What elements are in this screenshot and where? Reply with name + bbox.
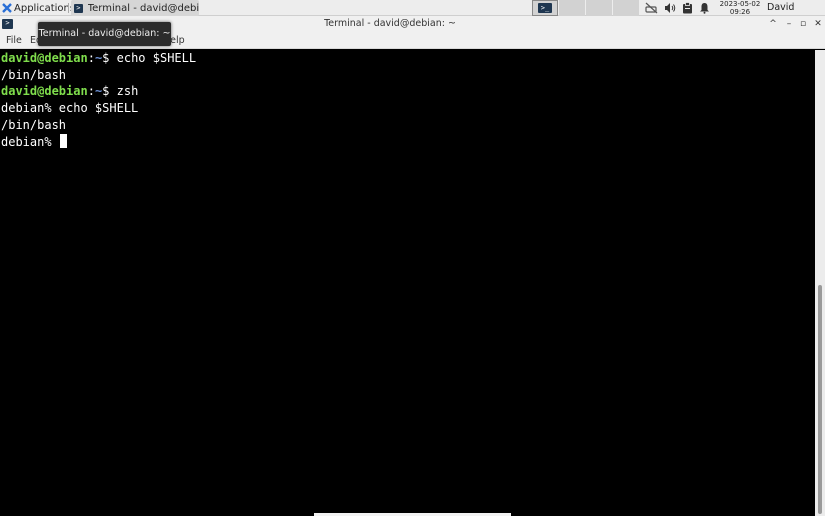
maximize-button[interactable]: ▫ (796, 16, 810, 32)
terminal-line-6: debian% (1, 134, 67, 151)
prompt-user: david@debian (1, 51, 88, 65)
taskbar-tooltip: Terminal - david@debian: ~ (38, 22, 171, 46)
zsh-prompt: debian% (1, 135, 59, 149)
terminal-cursor (59, 134, 67, 148)
taskbar-item-label: Terminal - david@debia... (87, 2, 199, 14)
terminal-line-2: /bin/bash (1, 68, 67, 82)
top-panel: Applications > Terminal - david@debia...… (0, 0, 825, 29)
prompt-path: ~ (94, 84, 103, 98)
terminal-line-4: debian% echo $SHELL (1, 101, 139, 115)
terminal-area[interactable]: david@debian:~$ echo $SHELL /bin/bash da… (0, 50, 815, 516)
shade-button[interactable]: ^ (766, 16, 780, 32)
terminal-line-3: david@debian:~$ zsh (1, 84, 139, 98)
clock-date: 2023-05-02 (719, 0, 761, 8)
applications-menu[interactable]: Applications (0, 0, 75, 16)
clipboard-icon[interactable] (682, 0, 693, 16)
panel-separator (68, 3, 69, 13)
workspace-1[interactable]: >_ (532, 0, 558, 16)
menu-file[interactable]: File (6, 32, 22, 49)
volume-icon[interactable] (664, 0, 676, 16)
applications-label: Applications (14, 2, 76, 14)
command-text: zsh (116, 84, 139, 98)
prompt-user: david@debian (1, 84, 88, 98)
terminal-icon: > (74, 3, 83, 13)
command-text: echo $SHELL (116, 51, 197, 65)
close-button[interactable]: ✕ (811, 16, 825, 32)
terminal-line-1: david@debian:~$ echo $SHELL (1, 51, 197, 65)
prompt-path: ~ (94, 51, 103, 65)
workspace-terminal-icon: >_ (538, 3, 552, 13)
workspace-2[interactable] (559, 0, 585, 16)
taskbar-item-terminal[interactable]: > Terminal - david@debia... (71, 0, 199, 16)
minimize-button[interactable]: – (782, 16, 796, 32)
scrollbar-thumb[interactable] (818, 285, 822, 514)
workspace-3[interactable] (586, 0, 612, 16)
user-menu[interactable]: David Delony (767, 0, 825, 29)
vertical-scrollbar[interactable] (815, 50, 825, 516)
terminal-line-5: /bin/bash (1, 118, 67, 132)
network-icon[interactable] (645, 0, 659, 16)
xfce-logo-icon (2, 3, 12, 13)
bell-icon[interactable] (699, 0, 710, 16)
workspace-4[interactable] (613, 0, 639, 16)
panel-clock[interactable]: 2023-05-02 09:26 (716, 0, 764, 16)
clock-time: 09:26 (729, 8, 751, 16)
